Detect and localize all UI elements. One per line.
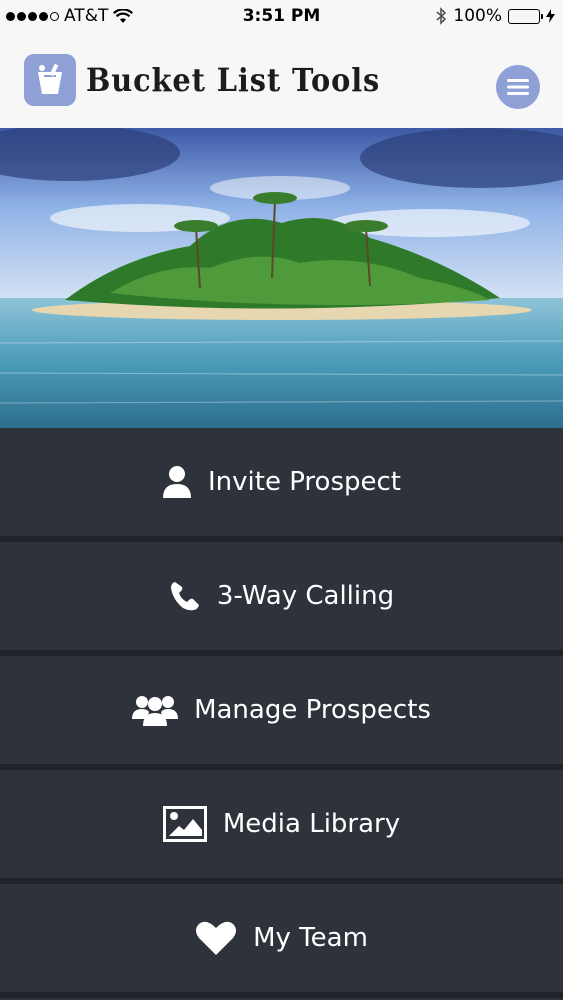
logo-icon	[24, 54, 76, 106]
tropical-island-image	[0, 128, 563, 428]
phone-icon	[169, 580, 201, 612]
battery-percent: 100%	[453, 6, 502, 26]
logo-text: Bucket List Tools	[86, 61, 381, 99]
menu-item-media-library[interactable]: Media Library	[0, 770, 563, 884]
menu-item-invite-prospect[interactable]: Invite Prospect	[0, 428, 563, 542]
menu-item-label: Manage Prospects	[194, 695, 431, 725]
menu-item-label: Media Library	[222, 809, 401, 839]
charging-icon	[546, 9, 555, 23]
main-menu: Invite Prospect 3-Way Calling Manage Pro…	[0, 428, 563, 998]
menu-item-label: My Team	[253, 923, 368, 953]
hero-image	[0, 128, 563, 428]
heart-icon	[195, 920, 237, 956]
hamburger-menu-button[interactable]	[496, 65, 540, 109]
hamburger-icon	[507, 79, 529, 95]
status-right: 100%	[435, 6, 555, 26]
image-icon	[162, 806, 207, 842]
group-icon	[132, 693, 179, 727]
battery-icon	[508, 8, 543, 24]
app-header: Bucket List Tools	[0, 34, 563, 129]
menu-item-my-team[interactable]: My Team	[0, 884, 563, 998]
bluetooth-icon	[436, 7, 447, 25]
status-bar: AT&T 3:51 PM 100%	[0, 0, 563, 34]
menu-item-label: Invite Prospect	[208, 467, 401, 497]
logo[interactable]: Bucket List Tools	[24, 54, 413, 106]
person-icon	[162, 465, 192, 499]
menu-item-manage-prospects[interactable]: Manage Prospects	[0, 656, 563, 770]
menu-item-label: 3-Way Calling	[216, 581, 395, 611]
menu-item-3-way-calling[interactable]: 3-Way Calling	[0, 542, 563, 656]
